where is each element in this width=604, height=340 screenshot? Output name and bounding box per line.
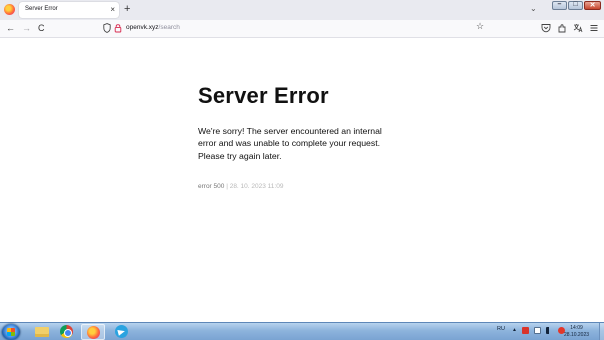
url-domain: openvk.xyz (126, 24, 159, 31)
taskbar-telegram[interactable] (110, 324, 134, 340)
back-button[interactable]: ← (6, 22, 15, 34)
chrome-icon (60, 325, 73, 338)
taskbar-chrome[interactable] (55, 324, 79, 340)
taskbar-explorer[interactable] (30, 324, 54, 340)
folder-icon (35, 327, 49, 337)
firefox-icon (87, 326, 100, 339)
maximize-icon: □ (573, 1, 578, 8)
error-timestamp: 28. 10. 2023 11:09 (229, 183, 284, 190)
translate-icon[interactable] (573, 23, 583, 33)
windows-taskbar: RU ▲ 14:09 28.10.2023 (0, 322, 604, 340)
network-tray-icon[interactable] (533, 327, 541, 334)
error-message: We're sorry! The server encountered an i… (198, 126, 382, 161)
taskbar-firefox[interactable] (81, 324, 105, 340)
tab-strip: Server Error × + ⌄ – □ ✕ (0, 0, 604, 20)
url-path: /search (158, 24, 180, 31)
tab-close-icon[interactable]: × (110, 4, 115, 15)
system-tray: ▲ (512, 327, 565, 334)
close-icon: ✕ (589, 2, 596, 9)
antivirus-tray-icon[interactable] (521, 327, 529, 334)
tab-title: Server Error (25, 6, 58, 12)
new-tab-button[interactable]: + (124, 3, 130, 15)
address-bar[interactable]: openvk.xyz/search (98, 23, 496, 35)
firefox-logo-icon[interactable] (4, 4, 15, 15)
lock-icon[interactable] (114, 23, 122, 33)
close-window-button[interactable]: ✕ (584, 1, 601, 10)
minimize-button[interactable]: – (552, 1, 567, 10)
page-title: Server Error (198, 83, 329, 108)
bookmark-star-icon[interactable]: ☆ (476, 21, 484, 32)
minimize-icon: – (557, 1, 562, 8)
page-content: Server Error We're sorry! The server enc… (0, 38, 604, 322)
forward-button[interactable]: → (22, 22, 31, 34)
start-button[interactable] (2, 324, 20, 340)
tab-list-chevron-icon[interactable]: ⌄ (530, 4, 537, 13)
pocket-icon[interactable] (541, 23, 551, 33)
extensions-icon[interactable] (557, 23, 567, 33)
system-clock[interactable]: 14:09 28.10.2023 (564, 325, 589, 338)
reload-button[interactable]: C (38, 22, 45, 34)
navigation-toolbar: ← → C openvk.xyz/search ☆ (0, 20, 604, 38)
clock-date: 28.10.2023 (564, 331, 590, 338)
tracking-protection-shield-icon[interactable] (103, 23, 111, 33)
show-desktop-button[interactable] (599, 323, 604, 340)
volume-tray-icon[interactable] (545, 327, 553, 334)
tray-expand-icon[interactable]: ▲ (512, 327, 517, 334)
error-code: error 500 (198, 183, 225, 190)
window-controls: – □ ✕ (552, 1, 601, 10)
tab-server-error[interactable]: Server Error × (19, 2, 119, 18)
language-indicator[interactable]: RU (497, 326, 505, 332)
windows-logo-icon (7, 328, 15, 336)
maximize-button[interactable]: □ (568, 1, 583, 10)
menu-hamburger-icon[interactable] (589, 23, 599, 33)
meta-separator: | (226, 183, 228, 190)
telegram-icon (115, 325, 128, 338)
error-meta: error 500 | 28. 10. 2023 11:09 (198, 183, 283, 190)
url-text: openvk.xyz/search (126, 24, 180, 31)
